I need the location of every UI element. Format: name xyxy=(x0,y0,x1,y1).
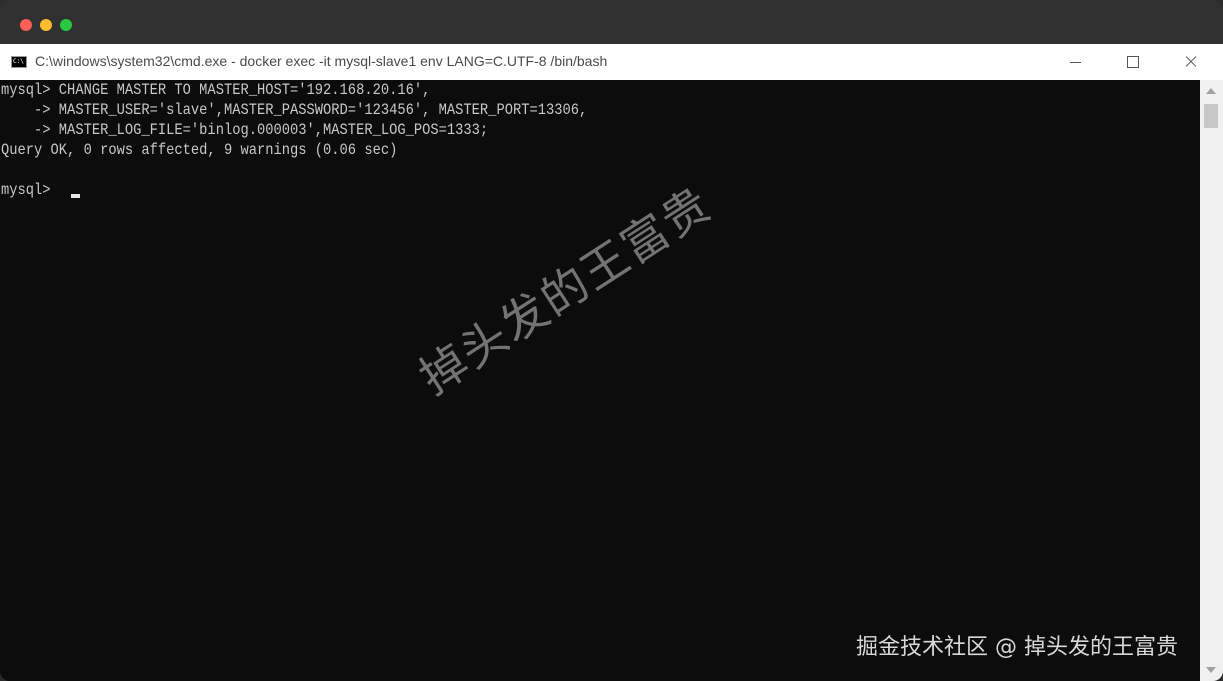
close-button[interactable] xyxy=(1162,44,1220,80)
title-bar[interactable]: C:\ C:\windows\system32\cmd.exe - docker… xyxy=(0,44,1223,80)
scroll-down-arrow-icon[interactable] xyxy=(1206,667,1216,673)
maximize-button[interactable] xyxy=(1104,44,1162,80)
minimize-icon xyxy=(1069,61,1081,63)
console-line: mysql> CHANGE MASTER TO MASTER_HOST='192… xyxy=(1,81,431,99)
watermark-corner: 掘金技术社区 @ 掉头发的王富贵 xyxy=(856,635,1178,660)
console-line: -> MASTER_USER='slave',MASTER_PASSWORD='… xyxy=(1,101,588,119)
scroll-up-arrow-icon[interactable] xyxy=(1206,88,1216,94)
console-line: -> MASTER_LOG_FILE='binlog.000003',MASTE… xyxy=(1,121,489,139)
mac-window-frame: C:\ C:\windows\system32\cmd.exe - docker… xyxy=(0,0,1223,681)
scroll-thumb[interactable] xyxy=(1204,104,1218,128)
cmd-icon: C:\ xyxy=(11,56,27,68)
maximize-icon xyxy=(1127,56,1139,68)
minimize-button[interactable] xyxy=(1046,44,1104,80)
zoom-traffic-light-icon[interactable] xyxy=(60,19,72,31)
cmd-window: C:\ C:\windows\system32\cmd.exe - docker… xyxy=(0,44,1223,681)
watermark-center: 掉头发的王富贵 xyxy=(409,176,722,405)
console-prompt: mysql> xyxy=(1,181,59,199)
vertical-scrollbar[interactable] xyxy=(1200,80,1223,681)
close-traffic-light-icon[interactable] xyxy=(20,19,32,31)
text-cursor xyxy=(71,194,80,198)
minimize-traffic-light-icon[interactable] xyxy=(40,19,52,31)
window-title: C:\windows\system32\cmd.exe - docker exe… xyxy=(35,53,608,69)
console-output[interactable]: mysql> CHANGE MASTER TO MASTER_HOST='192… xyxy=(0,80,1200,681)
console-line: Query OK, 0 rows affected, 9 warnings (0… xyxy=(1,141,398,159)
close-icon xyxy=(1184,55,1198,69)
